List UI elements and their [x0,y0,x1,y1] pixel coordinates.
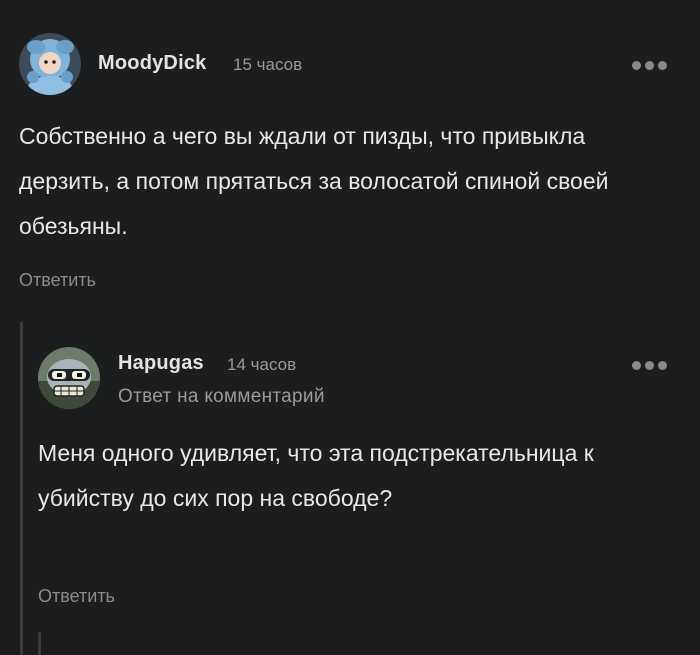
username[interactable]: MoodyDick [98,52,206,75]
comment: MoodyDick 15 часов Собственно а чего вы … [0,0,700,320]
thread-line [20,322,23,655]
more-options-button[interactable] [632,358,667,372]
reply-button[interactable]: Ответить [19,270,96,291]
ellipsis-icon [658,60,667,70]
ellipsis-icon [632,360,641,370]
comment-text: Собственно а чего вы ждали от пизды, что… [19,123,609,239]
timestamp: 14 часов [227,355,297,374]
ellipsis-icon [658,360,667,370]
ellipsis-icon [645,360,654,370]
avatar[interactable] [19,33,81,95]
thread-line [38,632,41,655]
blue-creature-avatar-icon [19,33,81,95]
comment-text: Меня одного удивляет, что эта подстрекат… [38,440,594,511]
username[interactable]: Hapugas [118,352,204,375]
more-options-button[interactable] [632,58,667,72]
avatar[interactable] [38,347,100,409]
reply-to-comment-link[interactable]: Ответ на комментарий [118,386,325,408]
robot-avatar-icon [38,347,100,409]
reply-button[interactable]: Ответить [38,586,115,607]
ellipsis-icon [632,60,641,70]
timestamp: 15 часов [233,55,303,74]
ellipsis-icon [645,60,654,70]
